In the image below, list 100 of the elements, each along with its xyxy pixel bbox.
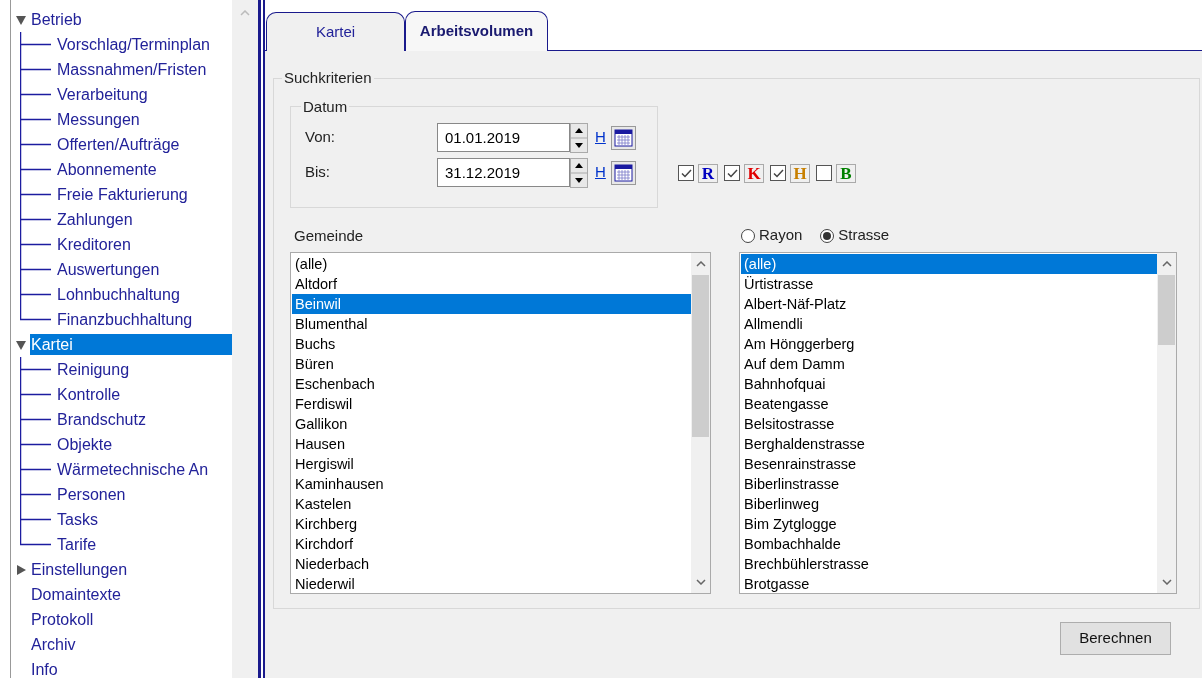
tree-item[interactable]: Protokoll <box>30 609 232 630</box>
tree-item[interactable]: Offerten/Aufträge <box>57 134 180 155</box>
filter-label: B <box>836 163 856 183</box>
tree-line <box>20 232 51 257</box>
link[interactable]: H <box>595 126 606 149</box>
chevron-down-icon[interactable] <box>695 578 706 585</box>
radio-circle[interactable] <box>820 228 835 243</box>
tree-item[interactable]: Vorschlag/Terminplan <box>57 34 210 55</box>
scrollbar-thumb[interactable] <box>692 274 709 437</box>
link[interactable]: H <box>595 161 606 184</box>
list-item[interactable]: Albert-Näf-Platz <box>741 293 1157 314</box>
tree-item[interactable]: Reinigung <box>57 359 130 380</box>
list-item[interactable]: Kaminhausen <box>292 473 691 494</box>
list-item[interactable]: Am Hönggerberg <box>741 333 1157 354</box>
tree-line <box>20 107 51 132</box>
list-item[interactable]: Eschenbach <box>292 373 691 394</box>
chevron-down-icon[interactable] <box>1161 578 1172 585</box>
list-label: Gemeinde <box>293 225 365 246</box>
checkbox[interactable] <box>770 165 786 181</box>
list-item[interactable]: Belsitostrasse <box>741 413 1157 434</box>
chevron-up-icon[interactable] <box>695 260 706 267</box>
list-item[interactable]: Kirchdorf <box>292 533 691 554</box>
tree-item[interactable]: Archiv <box>30 634 232 655</box>
date-field[interactable]: 31.12.2019 <box>437 158 570 187</box>
tree-item[interactable]: Tarife <box>57 534 97 555</box>
list-item[interactable]: Niederbach <box>292 553 691 574</box>
tree-line <box>20 207 51 232</box>
tree-item[interactable]: Finanzbuchhaltung <box>57 309 193 330</box>
tree-item[interactable]: Tasks <box>57 509 98 530</box>
checkbox[interactable] <box>678 165 694 181</box>
list-item[interactable]: Biberlinweg <box>741 493 1157 514</box>
list-item[interactable]: Biberlinstrasse <box>741 473 1157 494</box>
list-item[interactable]: Hergiswil <box>292 453 691 474</box>
scrollbar-thumb[interactable] <box>1158 274 1175 345</box>
tree-line <box>20 57 51 82</box>
tree-line <box>20 82 51 107</box>
list-item[interactable]: (alle) <box>292 253 691 274</box>
spinner-icon[interactable] <box>570 157 588 188</box>
tab[interactable]: Arbeitsvolumen <box>405 11 548 51</box>
tree-item[interactable]: Betrieb <box>30 9 232 30</box>
list-item[interactable]: Niederwil <box>292 573 691 593</box>
tree-item[interactable]: Einstellungen <box>30 559 232 580</box>
tree-item[interactable]: Kreditoren <box>57 234 131 255</box>
list-item[interactable]: Bim Zytglogge <box>741 513 1157 534</box>
tree-item[interactable]: Info <box>30 659 232 678</box>
spinner-icon[interactable] <box>570 122 588 153</box>
tree-item[interactable]: Auswertungen <box>57 259 160 280</box>
expanded-arrow-icon[interactable] <box>15 338 27 351</box>
tree-item[interactable]: Freie Fakturierung <box>57 184 188 205</box>
date-field[interactable]: 01.01.2019 <box>437 123 570 152</box>
tree-item[interactable]: Abonnemente <box>57 159 157 180</box>
list-item[interactable]: Kirchberg <box>292 513 691 534</box>
tree-item[interactable]: Brandschutz <box>57 409 146 430</box>
list-item[interactable]: Allmendli <box>741 313 1157 334</box>
expanded-arrow-icon[interactable] <box>15 13 27 26</box>
list-box[interactable] <box>739 251 1177 594</box>
radio-button[interactable]: Rayon <box>741 224 803 247</box>
list-item[interactable]: Brechbühlerstrasse <box>741 553 1157 574</box>
calendar-icon[interactable] <box>610 160 636 185</box>
collapsed-arrow-icon[interactable] <box>15 563 27 576</box>
list-item[interactable]: Gallikon <box>292 413 691 434</box>
list-item[interactable]: Bahnhofquai <box>741 373 1157 394</box>
tree-item[interactable]: Massnahmen/Fristen <box>57 59 207 80</box>
tree-item[interactable]: Wärmetechnische An <box>57 459 209 480</box>
tree-item[interactable]: Messungen <box>57 109 140 130</box>
list-item[interactable]: Büren <box>292 353 691 374</box>
radio-button[interactable]: Strasse <box>820 224 890 247</box>
list-item[interactable]: Brotgasse <box>741 573 1157 593</box>
filter-label: K <box>744 163 764 183</box>
tree-item[interactable]: Kontrolle <box>57 384 121 405</box>
tab[interactable]: Kartei <box>266 12 405 51</box>
list-item[interactable]: Ferdiswil <box>292 393 691 414</box>
tree-item[interactable]: Verarbeitung <box>57 84 148 105</box>
list-item[interactable]: (alle) <box>741 253 1157 274</box>
tree-item[interactable]: Kartei <box>30 334 232 355</box>
tree-item[interactable]: Domaintexte <box>30 584 232 605</box>
tree-item[interactable]: Lohnbuchhaltung <box>57 284 180 305</box>
list-item[interactable]: Bombachhalde <box>741 533 1157 554</box>
list-item[interactable]: Beatengasse <box>741 393 1157 414</box>
list-item[interactable]: Kastelen <box>292 493 691 514</box>
list-item[interactable]: Besenrainstrasse <box>741 453 1157 474</box>
list-item[interactable]: Berghaldenstrasse <box>741 433 1157 454</box>
list-box[interactable]: (alle) Altdorf Beinwil Blumenthal Buchs Büren Eschenbach Ferdiswil Gallikon Hausen Hergiswil Kaminhausen Kastelen Kirchberg Kirchdorf Niederbach Niederwil <box>290 251 711 594</box>
list-item[interactable]: Altdorf <box>292 273 691 294</box>
list-item[interactable]: Blumenthal <box>292 313 691 334</box>
list-item[interactable]: Ürtistrasse <box>741 273 1157 294</box>
list-item[interactable]: Beinwil <box>292 293 691 314</box>
splitter[interactable] <box>258 0 265 678</box>
checkbox[interactable] <box>724 165 740 181</box>
checkbox[interactable] <box>816 165 832 181</box>
tree-item[interactable]: Personen <box>57 484 126 505</box>
list-item[interactable]: Buchs <box>292 333 691 354</box>
checkmark-icon <box>726 168 738 178</box>
chevron-up-icon[interactable] <box>1161 260 1172 267</box>
list-item[interactable]: Hausen <box>292 433 691 454</box>
list-item[interactable]: Auf dem Damm <box>741 353 1157 374</box>
calendar-icon[interactable] <box>610 125 636 150</box>
calculate-button[interactable]: Berechnen <box>1060 621 1171 655</box>
tree-item[interactable]: Zahlungen <box>57 209 133 230</box>
tree-item[interactable]: Objekte <box>57 434 113 455</box>
